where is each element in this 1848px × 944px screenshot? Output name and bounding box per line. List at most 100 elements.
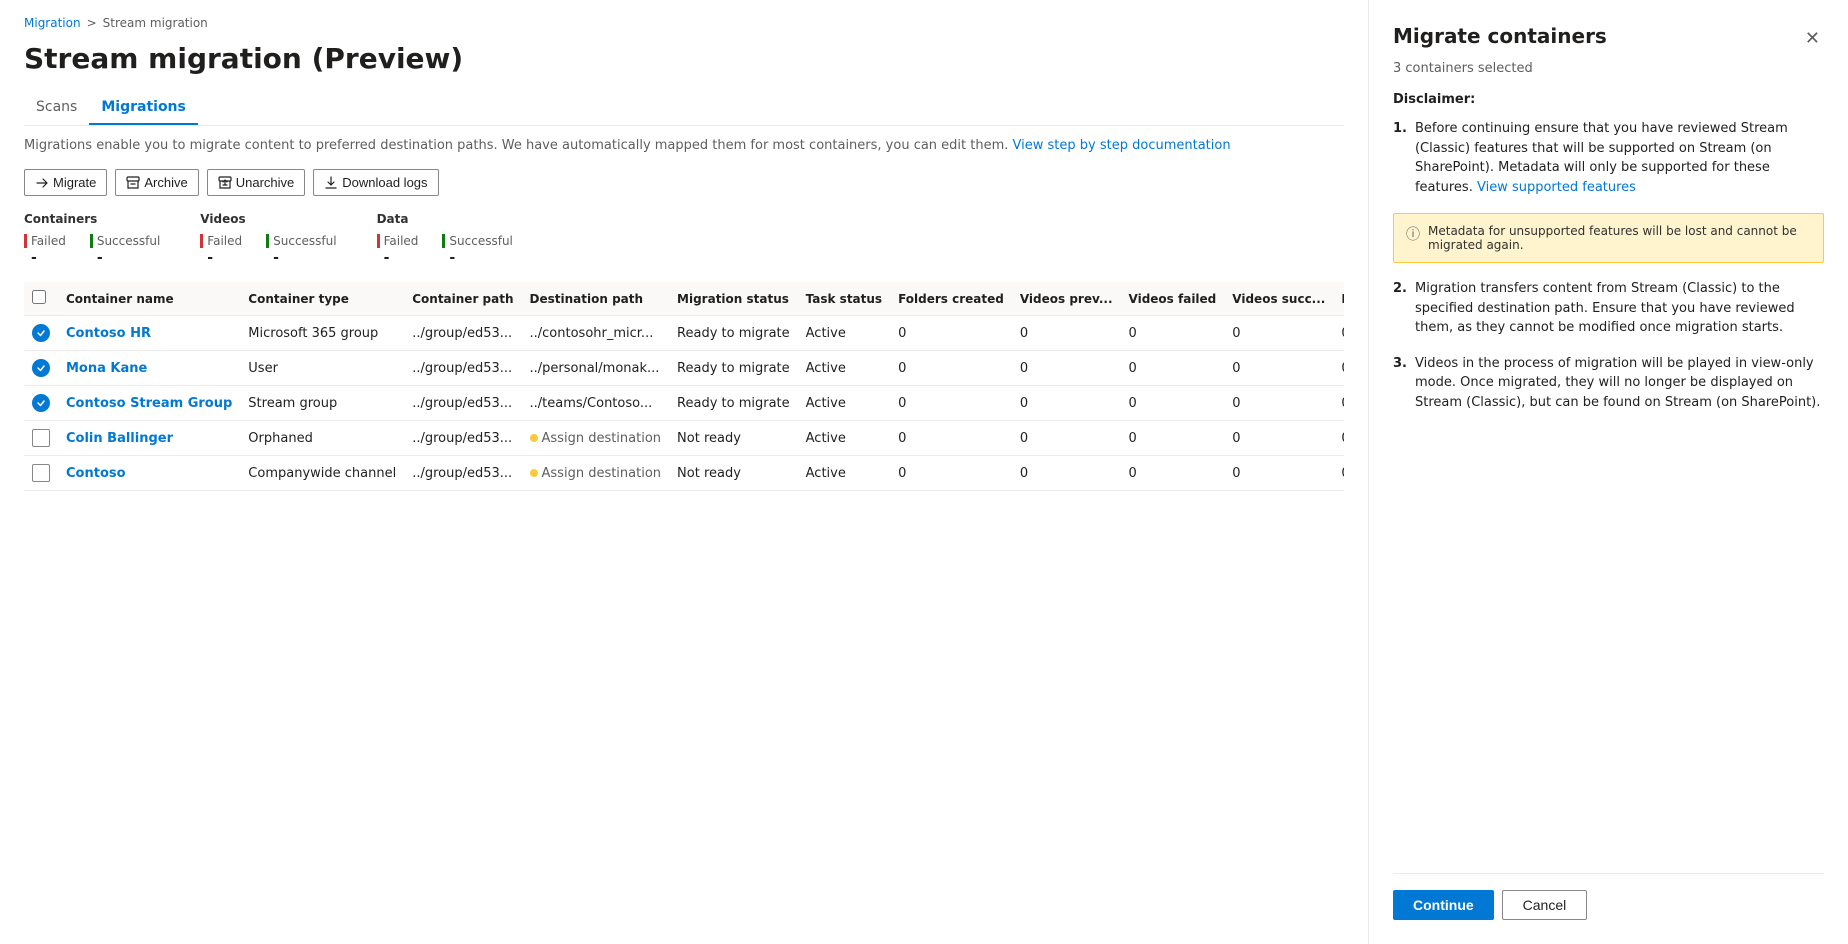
videos-prev-cell: 0 bbox=[1012, 421, 1121, 456]
tab-migrations[interactable]: Migrations bbox=[89, 91, 198, 125]
assign-dot-icon bbox=[530, 434, 538, 442]
task-status-cell: Active bbox=[798, 351, 890, 386]
container-name-cell: Contoso Stream Group bbox=[58, 386, 240, 421]
videos-failed-cell: 0 bbox=[1121, 316, 1225, 351]
destination-path-cell: Assign destination bbox=[522, 456, 670, 491]
table-row[interactable]: Mona Kane User ../group/ed53... ../perso… bbox=[24, 351, 1344, 386]
table-row[interactable]: Colin Ballinger Orphaned ../group/ed53..… bbox=[24, 421, 1344, 456]
table-row[interactable]: Contoso HR Microsoft 365 group ../group/… bbox=[24, 316, 1344, 351]
container-name-cell: Colin Ballinger bbox=[58, 421, 240, 456]
task-status-cell: Active bbox=[798, 386, 890, 421]
videos-succ-cell: 0 bbox=[1224, 316, 1333, 351]
th-container-type: Container type bbox=[240, 282, 404, 316]
table-row[interactable]: Contoso Stream Group Stream group ../gro… bbox=[24, 386, 1344, 421]
videos-prev-cell: 0 bbox=[1012, 386, 1121, 421]
container-name-cell: Mona Kane bbox=[58, 351, 240, 386]
view-supported-features-link[interactable]: View supported features bbox=[1477, 180, 1636, 195]
data-previo-cell: 0 bbox=[1333, 456, 1344, 491]
th-task-status: Task status bbox=[798, 282, 890, 316]
data-previo-cell: 0 bbox=[1333, 351, 1344, 386]
stats-section: Containers Failed - Successful - Videos … bbox=[24, 212, 1344, 266]
panel-title: Migrate containers bbox=[1393, 24, 1607, 48]
disclaimer-list-2: 2. Migration transfers content from Stre… bbox=[1393, 279, 1824, 428]
panel-header: Migrate containers ✕ bbox=[1393, 24, 1824, 53]
disclaimer-item-1: 1. Before continuing ensure that you hav… bbox=[1393, 119, 1824, 197]
migration-status-cell: Ready to migrate bbox=[669, 351, 798, 386]
th-check bbox=[24, 282, 58, 316]
videos-failed-cell: 0 bbox=[1121, 386, 1225, 421]
unchecked-icon bbox=[32, 429, 50, 447]
tab-bar: Scans Migrations bbox=[24, 91, 1344, 126]
migrate-button[interactable]: Migrate bbox=[24, 169, 107, 196]
videos-failed-cell: 0 bbox=[1121, 456, 1225, 491]
assign-destination-label: Assign destination bbox=[542, 466, 662, 481]
assign-dot-icon bbox=[530, 469, 538, 477]
select-all-checkbox[interactable] bbox=[32, 290, 46, 304]
migrate-icon bbox=[35, 176, 49, 190]
destination-path-cell: ../personal/monak... bbox=[522, 351, 670, 386]
data-previo-cell: 0 bbox=[1333, 316, 1344, 351]
page-title: Stream migration (Preview) bbox=[24, 42, 1344, 75]
stat-data-successful: Successful - bbox=[442, 234, 512, 266]
migration-status-cell: Ready to migrate bbox=[669, 386, 798, 421]
disclaimer-title: Disclaimer: bbox=[1393, 92, 1824, 107]
migration-status-cell: Not ready bbox=[669, 421, 798, 456]
right-panel: Migrate containers ✕ 3 containers select… bbox=[1368, 0, 1848, 944]
task-status-cell: Active bbox=[798, 316, 890, 351]
row-check-cell bbox=[24, 386, 58, 421]
folders-created-cell: 0 bbox=[890, 386, 1012, 421]
assign-destination[interactable]: Assign destination bbox=[530, 431, 662, 446]
unarchive-icon bbox=[218, 176, 232, 190]
stats-data-label: Data bbox=[377, 212, 513, 226]
breadcrumb-separator: > bbox=[87, 16, 97, 30]
tab-scans[interactable]: Scans bbox=[24, 91, 89, 125]
videos-prev-cell: 0 bbox=[1012, 351, 1121, 386]
cancel-button[interactable]: Cancel bbox=[1502, 890, 1588, 920]
breadcrumb-parent[interactable]: Migration bbox=[24, 16, 81, 30]
assign-destination-label: Assign destination bbox=[542, 431, 662, 446]
table-container: Container name Container type Container … bbox=[24, 282, 1344, 491]
data-previo-cell: 0 bbox=[1333, 421, 1344, 456]
download-icon bbox=[324, 176, 338, 190]
unarchive-button[interactable]: Unarchive bbox=[207, 169, 306, 196]
folders-created-cell: 0 bbox=[890, 456, 1012, 491]
container-path-cell: ../group/ed53... bbox=[404, 421, 521, 456]
checked-icon bbox=[32, 324, 50, 342]
warning-box: ⓘ Metadata for unsupported features will… bbox=[1393, 213, 1824, 263]
videos-prev-cell: 0 bbox=[1012, 316, 1121, 351]
download-logs-button[interactable]: Download logs bbox=[313, 169, 438, 196]
stat-videos-failed: Failed - bbox=[200, 234, 242, 266]
container-type-cell: Orphaned bbox=[240, 421, 404, 456]
container-type-cell: Microsoft 365 group bbox=[240, 316, 404, 351]
migration-status-cell: Ready to migrate bbox=[669, 316, 798, 351]
warning-icon: ⓘ bbox=[1406, 224, 1420, 252]
task-status-cell: Active bbox=[798, 456, 890, 491]
archive-button[interactable]: Archive bbox=[115, 169, 198, 196]
panel-close-button[interactable]: ✕ bbox=[1801, 24, 1824, 53]
container-name-cell: Contoso bbox=[58, 456, 240, 491]
description-link[interactable]: View step by step documentation bbox=[1013, 138, 1231, 153]
continue-button[interactable]: Continue bbox=[1393, 890, 1494, 920]
archive-icon bbox=[126, 176, 140, 190]
page-description: Migrations enable you to migrate content… bbox=[24, 138, 1344, 153]
th-container-name: Container name bbox=[58, 282, 240, 316]
videos-failed-cell: 0 bbox=[1121, 421, 1225, 456]
videos-succ-cell: 0 bbox=[1224, 351, 1333, 386]
videos-prev-cell: 0 bbox=[1012, 456, 1121, 491]
stat-videos-successful: Successful - bbox=[266, 234, 336, 266]
videos-succ-cell: 0 bbox=[1224, 421, 1333, 456]
folders-created-cell: 0 bbox=[890, 316, 1012, 351]
th-container-path: Container path bbox=[404, 282, 521, 316]
videos-succ-cell: 0 bbox=[1224, 456, 1333, 491]
table-row[interactable]: Contoso Companywide channel ../group/ed5… bbox=[24, 456, 1344, 491]
row-check-cell bbox=[24, 351, 58, 386]
videos-succ-cell: 0 bbox=[1224, 386, 1333, 421]
migration-status-cell: Not ready bbox=[669, 456, 798, 491]
folders-created-cell: 0 bbox=[890, 421, 1012, 456]
checkmark-icon bbox=[36, 328, 46, 338]
th-migration-status: Migration status bbox=[669, 282, 798, 316]
migrations-table: Container name Container type Container … bbox=[24, 282, 1344, 491]
task-status-cell: Active bbox=[798, 421, 890, 456]
destination-path-cell: ../contosohr_micr... bbox=[522, 316, 670, 351]
assign-destination[interactable]: Assign destination bbox=[530, 466, 662, 481]
